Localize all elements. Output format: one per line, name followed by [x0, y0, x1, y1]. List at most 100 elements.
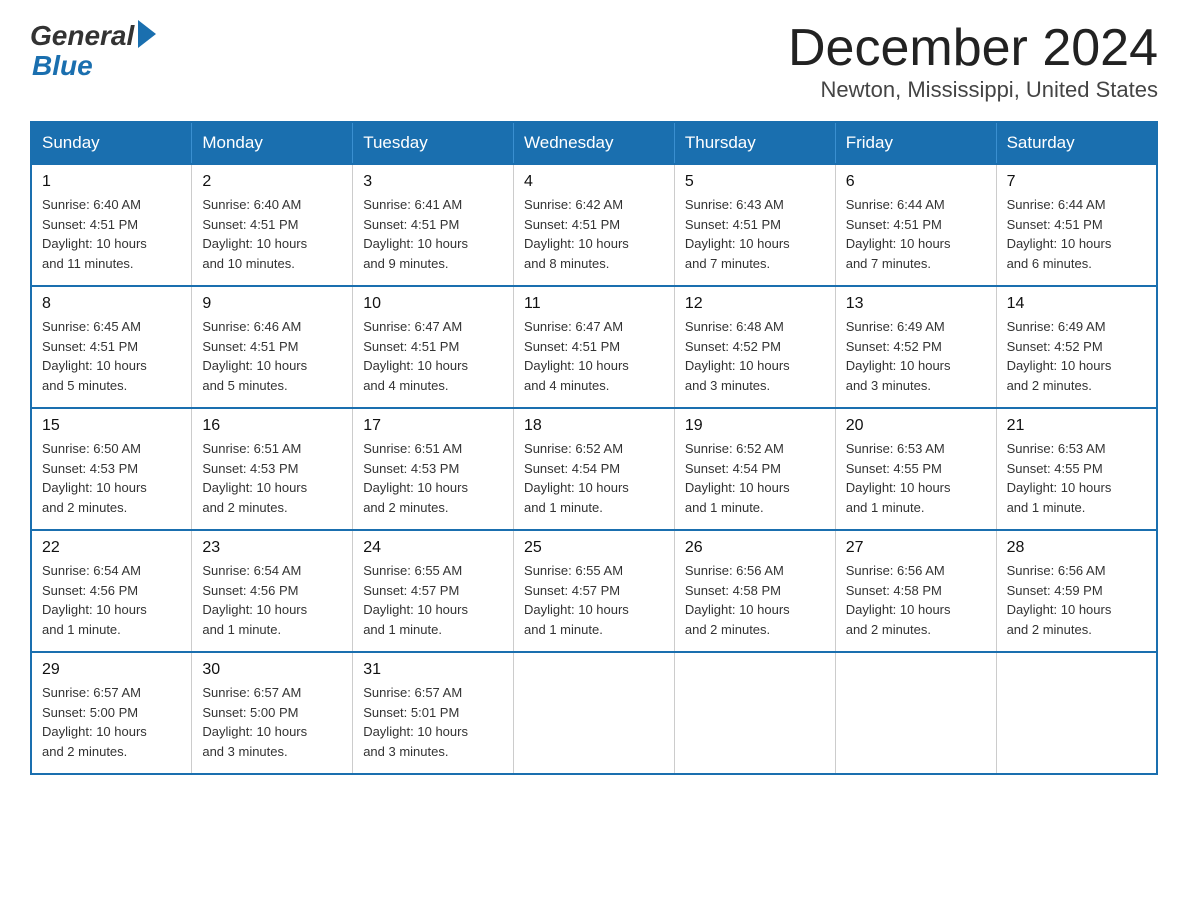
calendar-cell: 31 Sunrise: 6:57 AMSunset: 5:01 PMDayligh…	[353, 652, 514, 774]
calendar-cell: 3 Sunrise: 6:41 AMSunset: 4:51 PMDaylight…	[353, 164, 514, 286]
calendar-cell: 29 Sunrise: 6:57 AMSunset: 5:00 PMDayligh…	[31, 652, 192, 774]
page-title: December 2024	[788, 20, 1158, 77]
day-info: Sunrise: 6:55 AMSunset: 4:57 PMDaylight:…	[363, 561, 503, 639]
calendar-cell: 25Sunrise: 6:55 AMSunset: 4:57 PMDayligh…	[514, 530, 675, 652]
calendar-cell: 2Sunrise: 6:40 AMSunset: 4:51 PMDaylight…	[192, 164, 353, 286]
day-info: Sunrise: 6:48 AMSunset: 4:52 PMDaylight:…	[685, 317, 825, 395]
day-info: Sunrise: 6:45 AMSunset: 4:51 PMDaylight:…	[42, 317, 181, 395]
day-number: 25	[524, 539, 664, 557]
day-info: Sunrise: 6:51 AMSunset: 4:53 PMDaylight:…	[363, 439, 503, 517]
calendar-table: Sunday Monday Tuesday Wednesday Thursday…	[30, 121, 1158, 775]
day-number: 26	[685, 539, 825, 557]
day-info: Sunrise: 6:57 AMSunset: 5:00 PMDaylight:…	[42, 683, 181, 761]
day-info: Sunrise: 6:52 AMSunset: 4:54 PMDaylight:…	[685, 439, 825, 517]
day-number: 28	[1007, 539, 1146, 557]
calendar-week-4: 22 Sunrise: 6:54 AMSunset: 4:56 PMDayligh…	[31, 530, 1157, 652]
calendar-cell: 27Sunrise: 6:56 AMSunset: 4:58 PMDayligh…	[835, 530, 996, 652]
day-number: 5	[685, 173, 825, 191]
calendar-cell: 22 Sunrise: 6:54 AMSunset: 4:56 PMDayligh…	[31, 530, 192, 652]
day-info: Sunrise: 6:53 AMSunset: 4:55 PMDaylight:…	[1007, 439, 1146, 517]
calendar-cell: 14 Sunrise: 6:49 AMSunset: 4:52 PMDayligh…	[996, 286, 1157, 408]
day-number: 20	[846, 417, 986, 435]
day-number: 2	[202, 173, 342, 191]
title-section: December 2024 Newton, Mississippi, Unite…	[788, 20, 1158, 103]
calendar-cell: 28 Sunrise: 6:56 AMSunset: 4:59 PMDayligh…	[996, 530, 1157, 652]
calendar-cell	[996, 652, 1157, 774]
day-info: Sunrise: 6:56 AMSunset: 4:59 PMDaylight:…	[1007, 561, 1146, 639]
header-saturday: Saturday	[996, 122, 1157, 164]
calendar-header-row: Sunday Monday Tuesday Wednesday Thursday…	[31, 122, 1157, 164]
day-info: Sunrise: 6:51 AMSunset: 4:53 PMDaylight:…	[202, 439, 342, 517]
day-info: Sunrise: 6:49 AMSunset: 4:52 PMDaylight:…	[846, 317, 986, 395]
day-number: 27	[846, 539, 986, 557]
day-number: 8	[42, 295, 181, 313]
calendar-cell: 13Sunrise: 6:49 AMSunset: 4:52 PMDayligh…	[835, 286, 996, 408]
calendar-cell: 15 Sunrise: 6:50 AMSunset: 4:53 PMDayligh…	[31, 408, 192, 530]
day-info: Sunrise: 6:49 AMSunset: 4:52 PMDaylight:…	[1007, 317, 1146, 395]
calendar-week-5: 29 Sunrise: 6:57 AMSunset: 5:00 PMDayligh…	[31, 652, 1157, 774]
day-number: 4	[524, 173, 664, 191]
day-info: Sunrise: 6:41 AMSunset: 4:51 PMDaylight:…	[363, 195, 503, 273]
logo-general-text: General	[30, 20, 134, 52]
day-number: 17	[363, 417, 503, 435]
day-number: 16	[202, 417, 342, 435]
day-info: Sunrise: 6:40 AMSunset: 4:51 PMDaylight:…	[42, 195, 181, 273]
calendar-cell: 19 Sunrise: 6:52 AMSunset: 4:54 PMDayligh…	[674, 408, 835, 530]
day-number: 24	[363, 539, 503, 557]
calendar-week-1: 1 Sunrise: 6:40 AMSunset: 4:51 PMDaylight…	[31, 164, 1157, 286]
calendar-cell: 10 Sunrise: 6:47 AMSunset: 4:51 PMDayligh…	[353, 286, 514, 408]
day-number: 29	[42, 661, 181, 679]
day-number: 19	[685, 417, 825, 435]
page-header: General Blue December 2024 Newton, Missi…	[30, 20, 1158, 103]
day-info: Sunrise: 6:57 AMSunset: 5:00 PMDaylight:…	[202, 683, 342, 761]
day-number: 12	[685, 295, 825, 313]
header-sunday: Sunday	[31, 122, 192, 164]
calendar-cell: 23Sunrise: 6:54 AMSunset: 4:56 PMDayligh…	[192, 530, 353, 652]
header-thursday: Thursday	[674, 122, 835, 164]
logo-blue-text: Blue	[32, 52, 93, 80]
day-number: 18	[524, 417, 664, 435]
day-number: 14	[1007, 295, 1146, 313]
logo: General Blue	[30, 20, 156, 80]
day-number: 1	[42, 173, 181, 191]
calendar-cell: 20 Sunrise: 6:53 AMSunset: 4:55 PMDayligh…	[835, 408, 996, 530]
calendar-cell: 1 Sunrise: 6:40 AMSunset: 4:51 PMDaylight…	[31, 164, 192, 286]
day-number: 31	[363, 661, 503, 679]
day-number: 3	[363, 173, 503, 191]
day-info: Sunrise: 6:47 AMSunset: 4:51 PMDaylight:…	[524, 317, 664, 395]
calendar-cell: 7Sunrise: 6:44 AMSunset: 4:51 PMDaylight…	[996, 164, 1157, 286]
calendar-cell: 21Sunrise: 6:53 AMSunset: 4:55 PMDayligh…	[996, 408, 1157, 530]
day-info: Sunrise: 6:57 AMSunset: 5:01 PMDaylight:…	[363, 683, 503, 761]
calendar-cell: 12 Sunrise: 6:48 AMSunset: 4:52 PMDayligh…	[674, 286, 835, 408]
day-info: Sunrise: 6:52 AMSunset: 4:54 PMDaylight:…	[524, 439, 664, 517]
calendar-cell: 11 Sunrise: 6:47 AMSunset: 4:51 PMDayligh…	[514, 286, 675, 408]
day-info: Sunrise: 6:50 AMSunset: 4:53 PMDaylight:…	[42, 439, 181, 517]
calendar-cell: 18 Sunrise: 6:52 AMSunset: 4:54 PMDayligh…	[514, 408, 675, 530]
day-info: Sunrise: 6:54 AMSunset: 4:56 PMDaylight:…	[202, 561, 342, 639]
header-wednesday: Wednesday	[514, 122, 675, 164]
calendar-cell: 16 Sunrise: 6:51 AMSunset: 4:53 PMDayligh…	[192, 408, 353, 530]
day-number: 9	[202, 295, 342, 313]
calendar-cell: 24 Sunrise: 6:55 AMSunset: 4:57 PMDayligh…	[353, 530, 514, 652]
day-info: Sunrise: 6:44 AMSunset: 4:51 PMDaylight:…	[846, 195, 986, 273]
calendar-cell: 8 Sunrise: 6:45 AMSunset: 4:51 PMDaylight…	[31, 286, 192, 408]
calendar-cell	[674, 652, 835, 774]
calendar-cell: 26Sunrise: 6:56 AMSunset: 4:58 PMDayligh…	[674, 530, 835, 652]
calendar-cell: 5Sunrise: 6:43 AMSunset: 4:51 PMDaylight…	[674, 164, 835, 286]
calendar-cell: 4Sunrise: 6:42 AMSunset: 4:51 PMDaylight…	[514, 164, 675, 286]
calendar-week-2: 8 Sunrise: 6:45 AMSunset: 4:51 PMDaylight…	[31, 286, 1157, 408]
day-number: 11	[524, 295, 664, 313]
calendar-cell: 30Sunrise: 6:57 AMSunset: 5:00 PMDayligh…	[192, 652, 353, 774]
calendar-cell: 17 Sunrise: 6:51 AMSunset: 4:53 PMDayligh…	[353, 408, 514, 530]
day-number: 7	[1007, 173, 1146, 191]
day-number: 10	[363, 295, 503, 313]
day-number: 15	[42, 417, 181, 435]
day-number: 22	[42, 539, 181, 557]
day-info: Sunrise: 6:53 AMSunset: 4:55 PMDaylight:…	[846, 439, 986, 517]
header-friday: Friday	[835, 122, 996, 164]
day-info: Sunrise: 6:54 AMSunset: 4:56 PMDaylight:…	[42, 561, 181, 639]
calendar-cell: 6Sunrise: 6:44 AMSunset: 4:51 PMDaylight…	[835, 164, 996, 286]
day-info: Sunrise: 6:46 AMSunset: 4:51 PMDaylight:…	[202, 317, 342, 395]
day-info: Sunrise: 6:47 AMSunset: 4:51 PMDaylight:…	[363, 317, 503, 395]
calendar-week-3: 15 Sunrise: 6:50 AMSunset: 4:53 PMDayligh…	[31, 408, 1157, 530]
